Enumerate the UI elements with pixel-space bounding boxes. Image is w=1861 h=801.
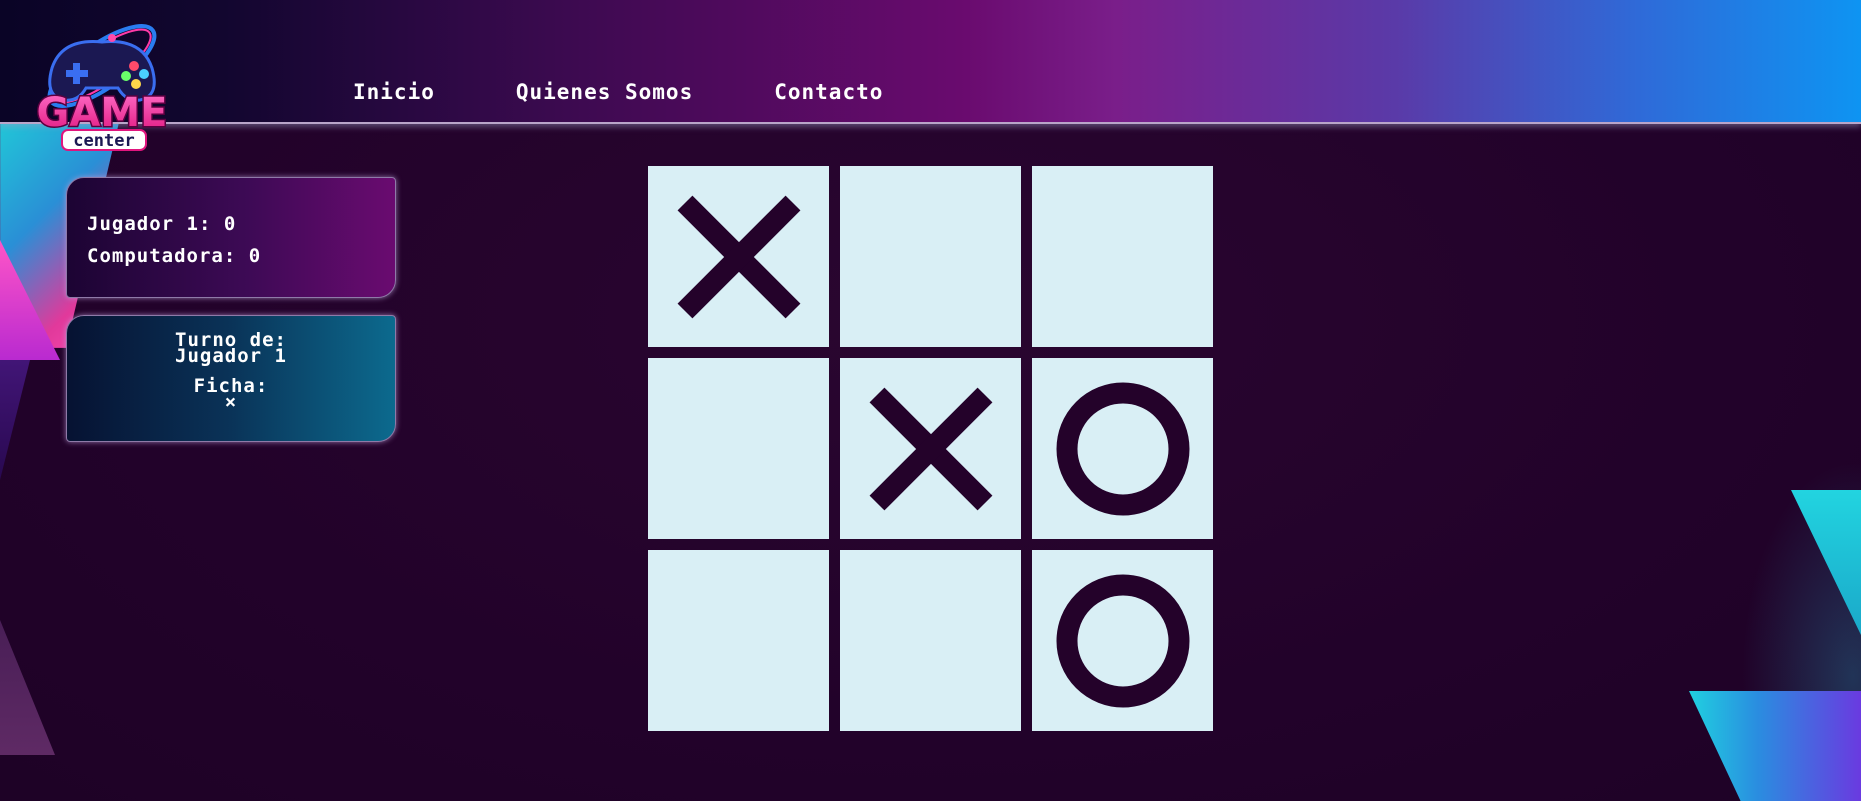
o-mark-icon — [1056, 574, 1189, 707]
game-page: Inicio Quienes Somos Contacto GAME cente… — [0, 0, 1861, 801]
board-cell-2[interactable] — [1032, 166, 1213, 347]
nav-link-quienes-somos[interactable]: Quienes Somos — [516, 80, 693, 104]
o-mark-icon — [1056, 382, 1189, 515]
board-cell-4[interactable] — [840, 358, 1021, 539]
board-cell-6[interactable] — [648, 550, 829, 731]
x-mark-icon — [869, 387, 992, 510]
score-panel: Jugador 1: 0 Computadora: 0 — [66, 177, 396, 298]
nav-link-inicio[interactable]: Inicio — [353, 80, 435, 104]
decorative-triangle — [0, 620, 55, 755]
x-mark-icon — [677, 195, 800, 318]
turn-player: Jugador 1 — [175, 345, 287, 367]
nav-link-contacto[interactable]: Contacto — [774, 80, 883, 104]
main-nav: Inicio Quienes Somos Contacto — [353, 80, 964, 104]
decorative-triangle — [0, 360, 30, 480]
player-score: Jugador 1: 0 — [87, 213, 237, 235]
board-cell-8[interactable] — [1032, 550, 1213, 731]
board-cell-3[interactable] — [648, 358, 829, 539]
tic-tac-toe-board — [648, 166, 1214, 732]
turn-panel: Turno de: Jugador 1 Ficha: × — [66, 315, 396, 442]
logo-subtitle: center — [73, 131, 134, 151]
top-navbar: Inicio Quienes Somos Contacto — [0, 0, 1861, 124]
computer-score: Computadora: 0 — [87, 245, 262, 267]
piece-value: × — [224, 391, 238, 413]
decorative-triangle — [1689, 691, 1861, 801]
game-center-logo[interactable]: GAME center — [22, 8, 182, 158]
gamepad-logo-icon: GAME center — [35, 24, 169, 151]
board-cell-1[interactable] — [840, 166, 1021, 347]
board-cell-5[interactable] — [1032, 358, 1213, 539]
board-cell-7[interactable] — [840, 550, 1021, 731]
board-cell-0[interactable] — [648, 166, 829, 347]
